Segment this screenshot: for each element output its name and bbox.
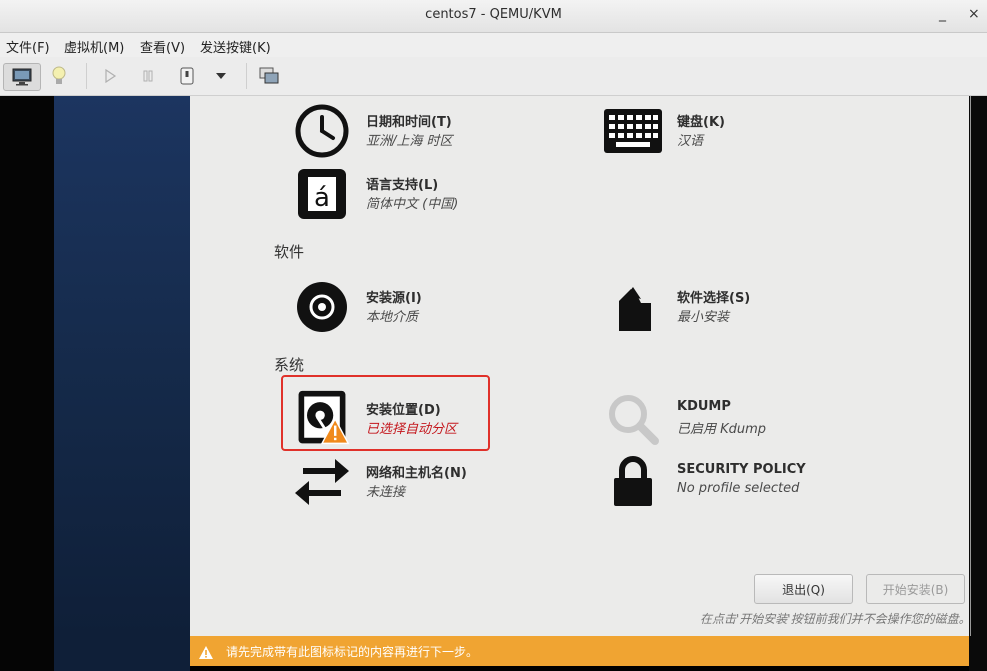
close-button[interactable]: × — [968, 6, 980, 22]
spoke-software[interactable]: 软件选择(S) 最小安装 — [603, 279, 863, 337]
spoke-kdump[interactable]: KDUMP 已启用 Kdump — [603, 391, 863, 449]
network-arrows-icon — [292, 454, 352, 510]
spoke-datetime[interactable]: 日期和时间(T) 亚洲/上海 时区 — [292, 103, 552, 161]
spoke-security-status: No profile selected — [677, 481, 800, 496]
spoke-destination[interactable]: 安装位置(D) 已选择自动分区 — [292, 390, 482, 449]
section-system: 系统 — [274, 356, 305, 374]
warning-icon — [199, 644, 213, 663]
spoke-datetime-status: 亚洲/上海 时区 — [366, 134, 453, 149]
spoke-destination-status: 已选择自动分区 — [366, 422, 458, 437]
spoke-keyboard[interactable]: 键盘(K) 汉语 — [603, 103, 863, 161]
window-titlebar: centos7 - QEMU/KVM _ × — [0, 0, 987, 33]
disk-hint-text: 在点击'开始安装'按钮前我们并不会操作您的磁盘。 — [700, 612, 971, 626]
spoke-language-status: 简体中文 (中国) — [366, 197, 459, 212]
dropdown-arrow-icon[interactable] — [211, 63, 231, 89]
menu-bar: 文件(F) 虚拟机(M) 查看(V) 发送按键(K) — [0, 33, 987, 57]
spoke-keyboard-name: 键盘(K) — [677, 115, 725, 130]
package-icon — [603, 279, 663, 335]
toolbar-separator — [86, 63, 87, 89]
spoke-source[interactable]: 安装源(I) 本地介质 — [292, 279, 552, 337]
warning-text: 请先完成带有此图标标记的内容再进行下一步。 — [226, 645, 479, 659]
spoke-kdump-name: KDUMP — [677, 399, 731, 414]
menu-sendkey[interactable]: 发送按键(K) — [200, 37, 271, 56]
spoke-software-status: 最小安装 — [677, 310, 730, 325]
installer-sidebar — [54, 96, 190, 636]
installer-sidebar-bottom — [54, 636, 190, 671]
language-icon: á — [292, 166, 352, 222]
quit-button[interactable]: 退出(Q) — [754, 574, 853, 604]
menu-file[interactable]: 文件(F) — [6, 37, 50, 56]
magnifier-icon — [603, 391, 663, 447]
warning-bar: 请先完成带有此图标标记的内容再进行下一步。 — [190, 636, 969, 666]
spoke-network-status: 未连接 — [366, 485, 406, 500]
spoke-keyboard-status: 汉语 — [677, 134, 704, 149]
toolbar-separator — [246, 63, 247, 89]
spoke-network-name: 网络和主机名(N) — [366, 466, 467, 481]
power-icon[interactable] — [175, 63, 199, 89]
clock-icon — [292, 103, 352, 159]
spoke-source-name: 安装源(I) — [366, 291, 422, 306]
minimize-button[interactable]: _ — [939, 6, 946, 22]
svg-text:á: á — [314, 183, 330, 213]
lock-icon — [603, 454, 663, 510]
spoke-datetime-name: 日期和时间(T) — [366, 115, 452, 130]
spoke-software-name: 软件选择(S) — [677, 291, 751, 306]
toolbar — [0, 57, 987, 96]
menu-view[interactable]: 查看(V) — [140, 37, 185, 56]
keyboard-icon — [603, 103, 663, 159]
begin-install-button[interactable]: 开始安装(B) — [866, 574, 965, 604]
window-title: centos7 - QEMU/KVM — [425, 7, 562, 22]
spoke-source-status: 本地介质 — [366, 310, 419, 325]
spoke-security[interactable]: SECURITY POLICY No profile selected — [603, 454, 863, 512]
menu-vm[interactable]: 虚拟机(M) — [64, 37, 124, 56]
spoke-security-name: SECURITY POLICY — [677, 462, 806, 477]
play-icon[interactable] — [98, 63, 122, 89]
vm-border-right — [969, 96, 987, 671]
vm-border-left — [0, 96, 54, 671]
harddisk-warning-icon — [292, 390, 352, 447]
section-software: 软件 — [274, 243, 305, 261]
scrollbar[interactable] — [970, 96, 971, 636]
monitor-icon[interactable] — [3, 63, 41, 91]
spoke-kdump-status: 已启用 Kdump — [677, 422, 767, 437]
spoke-destination-name: 安装位置(D) — [366, 403, 441, 418]
spoke-network[interactable]: 网络和主机名(N) 未连接 — [292, 454, 552, 512]
screenshot-icon[interactable] — [256, 63, 282, 89]
pause-icon[interactable] — [136, 63, 160, 89]
spoke-language[interactable]: á 语言支持(L) 简体中文 (中国) — [292, 166, 552, 224]
spoke-language-name: 语言支持(L) — [366, 178, 439, 193]
lightbulb-icon[interactable] — [46, 63, 72, 89]
disc-icon — [292, 279, 352, 335]
